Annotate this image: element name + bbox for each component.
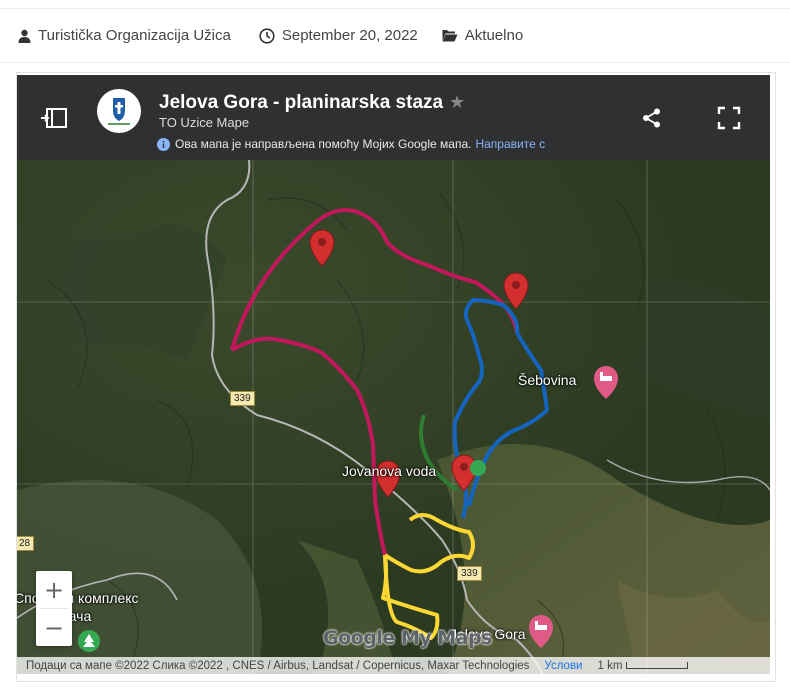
star-icon[interactable]: ★ <box>449 92 465 113</box>
user-icon <box>18 29 31 43</box>
zoom-controls: + − <box>36 571 72 646</box>
map-title: Jelova Gora - planinarska staza <box>159 92 444 113</box>
map-attribution: Подаци са мапе ©2022 Слика ©2022 , CNES … <box>26 659 530 672</box>
place-label-sebovina[interactable]: Šebovina <box>518 372 576 388</box>
share-icon <box>643 108 660 128</box>
post-date: September 20, 2022 <box>281 27 418 44</box>
category-meta[interactable]: Aktuelno <box>442 27 523 44</box>
scale-bar <box>626 662 689 669</box>
info-icon <box>157 137 170 151</box>
post-category[interactable]: Aktuelno <box>465 27 523 44</box>
map-header: Jelova Gora - planinarska staza ★ TO Uzi… <box>17 75 770 160</box>
clock-icon <box>259 27 275 44</box>
made-with-text: Ова мапа је направљена помоћу Мојих Goog… <box>175 137 472 151</box>
road-shield: 339 <box>457 566 482 581</box>
scale-label: 1 km <box>597 659 623 672</box>
made-with-notice: Ова мапа је направљена помоћу Мојих Goog… <box>157 137 597 151</box>
terms-link[interactable]: Услови <box>544 660 582 672</box>
road-shield: 339 <box>230 391 255 406</box>
my-maps-embed[interactable]: Jelova Gora - planinarska staza ★ TO Uzi… <box>17 75 770 674</box>
fullscreen-icon <box>717 106 741 130</box>
folder-open-icon <box>442 30 458 42</box>
map-footer: Подаци са мапе ©2022 Слика ©2022 , CNES … <box>17 657 770 674</box>
author-name[interactable]: Turistička Organizacija Užica <box>38 27 231 44</box>
author-meta[interactable]: Turistička Organizacija Užica <box>18 27 231 44</box>
map-owner: TO Uzice Mape <box>159 115 250 130</box>
place-label-jovanova-voda[interactable]: Jovanova voda <box>342 463 436 479</box>
crest-icon <box>108 98 130 125</box>
road-shield: 28 <box>17 536 35 551</box>
park-icon-jovanova[interactable] <box>470 460 486 476</box>
post-meta-bar: Turistička Organizacija Užica September … <box>0 8 790 63</box>
share-button[interactable] <box>637 103 667 133</box>
scale-indicator[interactable]: 1 km <box>597 659 689 672</box>
zoom-in-button[interactable]: + <box>36 571 72 608</box>
sidebar-toggle-icon <box>41 108 67 128</box>
zoom-out-button[interactable]: − <box>36 609 72 646</box>
create-map-link[interactable]: Направите с <box>475 137 545 151</box>
sidebar-toggle-button[interactable] <box>39 103 69 133</box>
date-meta: September 20, 2022 <box>259 27 418 44</box>
park-icon[interactable] <box>78 630 100 652</box>
fullscreen-button[interactable] <box>714 103 744 133</box>
google-my-maps-logo: Google My Maps <box>323 627 492 649</box>
organization-logo <box>97 89 141 133</box>
